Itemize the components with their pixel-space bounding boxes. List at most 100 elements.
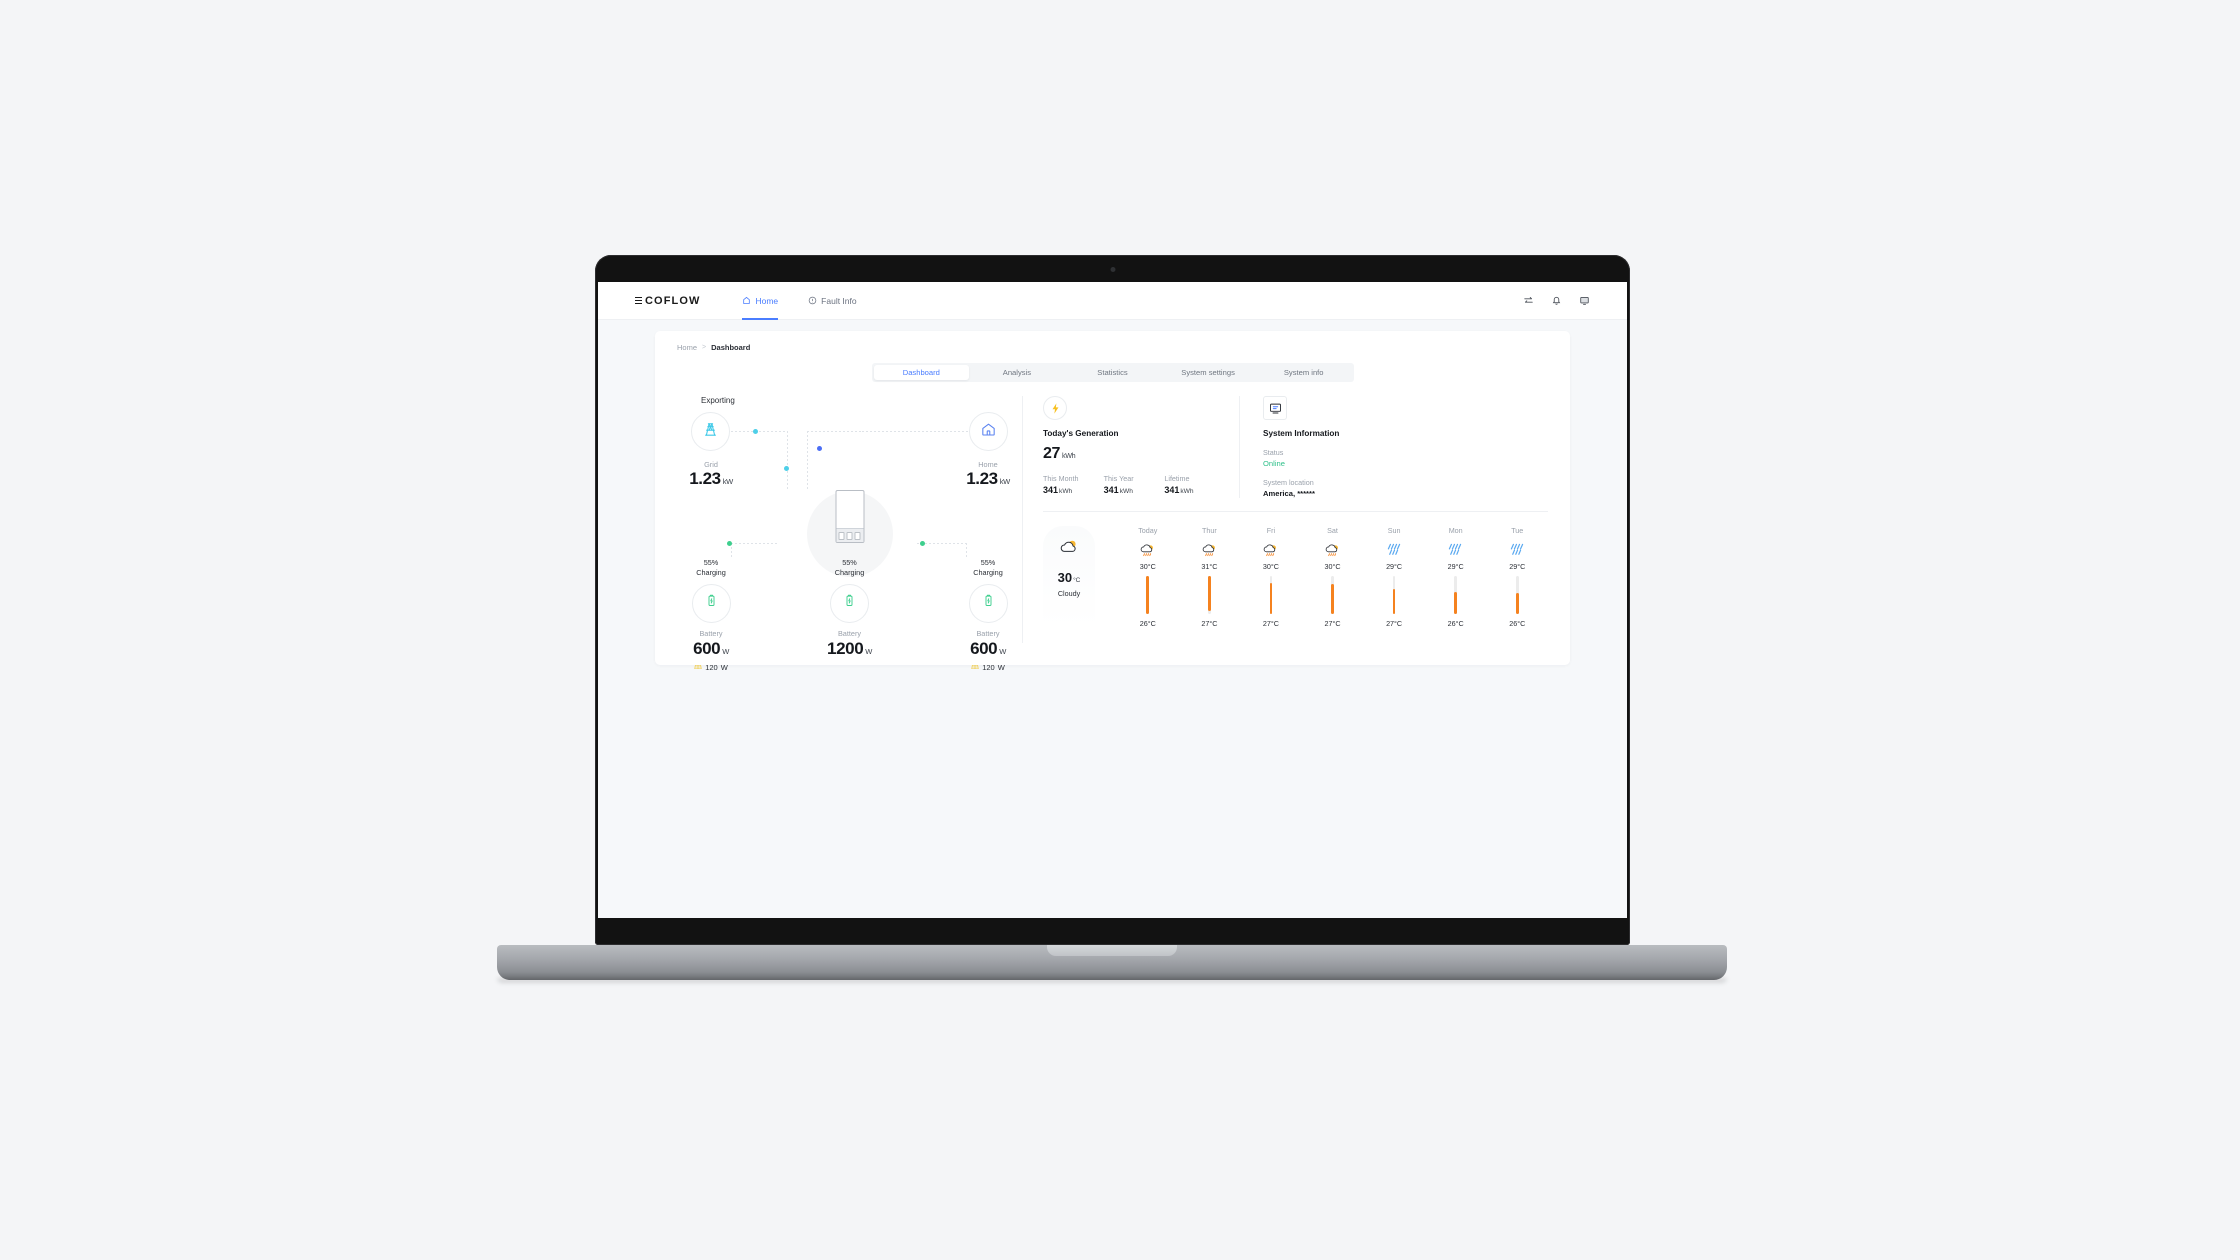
flow-line-grid-vertical (787, 431, 788, 491)
forecast-day-name: Fri (1266, 526, 1276, 535)
forecast-low-temp: 26°C (1447, 619, 1464, 628)
battery-1-label: Battery (699, 628, 723, 638)
forecast-day-thur: Thur 31°C 27°C (1179, 526, 1241, 628)
weather-current-temp: 30°C (1043, 570, 1095, 585)
brand-name: COFLOW (645, 294, 701, 307)
transfer-icon[interactable] (1523, 295, 1534, 306)
forecast-day-tue: Tue 29°C 26°C (1486, 526, 1548, 628)
tab-analysis[interactable]: Analysis (969, 365, 1065, 380)
house-icon (980, 421, 997, 443)
forecast-day-name: Thur (1201, 526, 1217, 535)
forecast-day-sun: Sun 29°C 27°C (1363, 526, 1425, 628)
battery-1-solar-value: 120 (705, 663, 718, 673)
forecast-high-temp: 30°C (1324, 562, 1341, 571)
flow-line-grid-horizontal (731, 431, 787, 432)
battery-3-node[interactable] (968, 583, 1008, 623)
stat-lifetime: Lifetime 341kWh (1164, 474, 1225, 495)
logo-bars-icon (635, 296, 642, 305)
battery-2-node[interactable] (830, 583, 869, 623)
battery-column-2: 55% Charging Battery 1200 W (805, 558, 895, 673)
stat-this-month: This Month 341kWh (1043, 474, 1104, 495)
flow-dot-grid-1 (753, 429, 758, 434)
tab-statistics[interactable]: Statistics (1065, 365, 1161, 380)
header-nav-home-label: Home (755, 295, 779, 306)
battery-1-state: Charging (696, 567, 726, 577)
generation-value: 27 kWh (1043, 445, 1225, 463)
battery-3-percent: 55% (980, 558, 996, 567)
header-nav-fault-info-label: Fault Info (821, 295, 857, 306)
forecast-temp-bar (1331, 576, 1334, 614)
rain-sun-icon (1302, 539, 1364, 560)
forecast-low-temp: 27°C (1262, 619, 1279, 628)
stat-this-month-unit: kWh (1059, 488, 1073, 495)
system-information-title: System Information (1263, 429, 1340, 438)
battery-3-value-number: 600 (970, 638, 998, 658)
forecast-day-fri: Fri 30°C 27°C (1240, 526, 1302, 628)
forecast-high-temp: 31°C (1201, 562, 1218, 571)
breadcrumb-current: Dashboard (711, 343, 751, 352)
forecast-day-today: Today 30°C 26°C (1117, 526, 1179, 628)
battery-icon (981, 593, 996, 613)
tab-dashboard[interactable]: Dashboard (873, 365, 970, 380)
inverter-ports (836, 529, 863, 542)
system-status-field: Status Online (1263, 448, 1548, 468)
flow-line-home-horizontal-right (862, 431, 968, 432)
home-node[interactable] (969, 412, 1008, 451)
display-icon[interactable] (1579, 295, 1590, 306)
stat-this-year-label: This Year (1103, 474, 1134, 483)
forecast-day-name: Sat (1327, 526, 1338, 535)
system-location-value: America, ****** (1263, 489, 1315, 498)
battery-1-solar-unit: W (720, 663, 728, 673)
flow-line-home-horizontal-left (807, 431, 862, 432)
inverter-device[interactable] (835, 490, 864, 543)
dashboard-card: Home > Dashboard Dashboard Analysis Stat… (655, 331, 1570, 672)
battery-3-solar: 120 W (943, 663, 1033, 673)
battery-1-solar: 120 W (666, 663, 756, 673)
energy-flow-diagram: Grid 1.23 kW Home 1.23 kW 55% Charging B… (677, 408, 1022, 672)
ecoflow-logo[interactable]: COFLOW (635, 295, 700, 307)
battery-3-solar-unit: W (997, 663, 1005, 673)
system-information-panel: System Information Status Online System … (1239, 396, 1548, 498)
stat-this-year-unit: kWh (1119, 488, 1133, 495)
battery-1-percent: 55% (703, 558, 719, 567)
forecast-temp-bar-fill (1331, 584, 1334, 614)
battery-2-value: 1200 W (805, 639, 895, 659)
browser-viewport: COFLOW Home Fault Info Home > Dashboard … (598, 282, 1627, 918)
tab-system-info[interactable]: System info (1256, 365, 1352, 380)
stat-this-month-value: 341kWh (1043, 485, 1104, 495)
stat-this-year: This Year 341kWh (1104, 474, 1165, 495)
flow-dot-battery-3 (920, 541, 925, 546)
system-status-label: Status (1263, 448, 1284, 457)
solar-panel-icon (694, 663, 702, 673)
battery-1-value-number: 600 (693, 638, 721, 658)
generation-value-unit: kWh (1062, 451, 1076, 460)
forecast-day-mon: Mon 29°C 26°C (1425, 526, 1487, 628)
stat-lifetime-label: Lifetime (1164, 474, 1190, 483)
weather-forecast: Today 30°C 26°C Thur 31°C 27°C Fri 30°C 27°C Sat 3… (1095, 526, 1548, 628)
grid-value: 1.23 kW (656, 469, 766, 489)
generation-value-number: 27 (1043, 445, 1060, 462)
rain-icon (1425, 539, 1487, 560)
grid-node[interactable] (691, 412, 730, 451)
header-nav-home[interactable]: Home (742, 282, 778, 320)
solar-panel-icon (971, 663, 979, 673)
flow-dot-home-1 (817, 446, 822, 451)
forecast-day-name: Today (1138, 526, 1158, 535)
forecast-day-name: Mon (1448, 526, 1463, 535)
bell-icon[interactable] (1551, 295, 1562, 306)
battery-column-1: 55% Charging Battery 600 W 120 W (666, 558, 756, 673)
tab-system-settings[interactable]: System settings (1160, 365, 1256, 380)
header-nav-fault-info[interactable]: Fault Info (808, 282, 857, 320)
lightning-bolt-icon (1043, 396, 1067, 420)
transmission-tower-icon (702, 421, 719, 443)
stat-lifetime-unit: kWh (1180, 488, 1194, 495)
forecast-low-temp: 26°C (1139, 619, 1156, 628)
battery-1-node[interactable] (691, 583, 731, 623)
flow-dot-grid-2 (784, 466, 789, 471)
grid-label: Grid (704, 460, 718, 469)
forecast-temp-bar-fill (1392, 588, 1396, 614)
battery-2-value-number: 1200 (827, 638, 864, 658)
battery-1-value-unit: W (722, 646, 729, 656)
breadcrumb-root[interactable]: Home (677, 343, 697, 352)
laptop-foot-shadow (497, 978, 1727, 983)
